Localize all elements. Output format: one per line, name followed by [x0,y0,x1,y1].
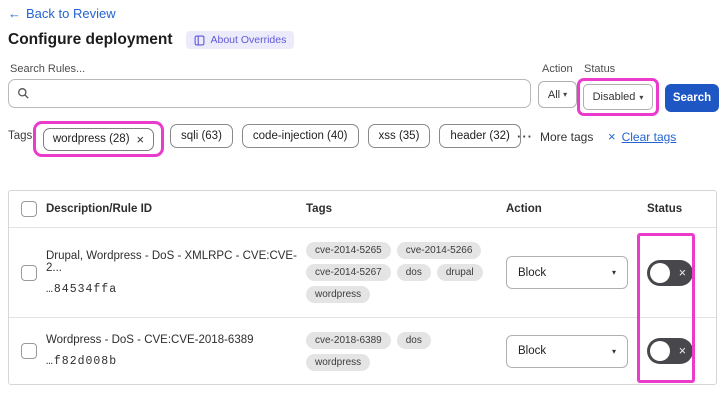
selected-tag-label: wordpress (28) [52,133,130,145]
back-to-review-link[interactable]: ← Back to Review [8,6,116,21]
action-select[interactable]: Block ▾ [506,256,628,289]
column-header-description: Description/Rule ID [46,203,153,215]
close-icon[interactable]: × [137,133,145,146]
action-select-value: Block [518,345,547,357]
rule-tag-chip: wordpress [306,353,371,371]
rule-id: …f82d008b [46,355,118,368]
page-title: Configure deployment [8,31,173,48]
configure-deployment-page: ← Back to Review Configure deployment Ab… [0,0,725,406]
rule-description: Wordpress - DoS - CVE:CVE-2018-6389 [46,334,254,346]
action-filter-value: All [547,88,561,101]
row-checkbox[interactable] [21,343,37,359]
row-checkbox[interactable] [21,264,37,281]
toggle-knob [650,262,670,283]
filter-tag-chip[interactable]: header (32) [439,124,521,148]
back-link-label: Back to Review [26,6,116,21]
status-toggle[interactable]: × [647,259,693,286]
status-toggle[interactable]: × [647,338,693,364]
rule-tag-chip: cve-2014-5267 [306,264,391,281]
table-row: Drupal, Wordpress - DoS - XMLRPC - CVE:C… [9,228,716,318]
action-filter-label: Action [542,63,573,75]
about-overrides-badge[interactable]: About Overrides [186,31,295,49]
selected-tag-chip-wordpress[interactable]: wordpress (28) × [42,127,155,151]
rule-tag-chip: dos [396,264,431,281]
status-filter-dropdown[interactable]: Disabled ▾ [583,84,653,110]
rule-tags: cve-2014-5265 cve-2014-5266 cve-2014-5267 d… [306,242,498,303]
chevron-down-icon: ▾ [611,268,616,277]
toggle-off-icon: × [678,343,686,358]
filter-tag-chip[interactable]: sqli (63) [170,124,233,148]
rule-id: …84534ffa [46,282,118,296]
chevron-down-icon: ▾ [611,346,616,356]
about-overrides-label: About Overrides [210,34,287,46]
search-rules-box[interactable] [8,79,531,108]
search-rules-input[interactable] [36,86,522,101]
clear-tags-label: Clear tags [621,129,677,144]
status-filter-highlight-box: Disabled ▾ [577,78,659,116]
chevron-down-icon: ▾ [563,90,568,99]
title-row: Configure deployment About Overrides [8,31,295,49]
rule-tag-chip: cve-2014-5265 [306,242,391,259]
close-icon: × [608,129,616,144]
more-tags-label: More tags [540,129,594,144]
select-all-checkbox[interactable] [21,201,37,217]
search-button[interactable]: Search [665,84,719,112]
chevron-down-icon: ▾ [639,92,644,102]
action-select-value: Block [518,266,547,279]
book-icon [194,35,205,46]
search-rules-label: Search Rules... [10,63,86,75]
toggle-knob [650,341,670,361]
table-row: Wordpress - DoS - CVE:CVE-2018-6389 …f82… [9,318,716,384]
selected-tag-highlight-box: wordpress (28) × [33,121,164,157]
filter-tag-chip[interactable]: code-injection (40) [241,124,359,148]
ellipsis-icon: ··· [517,129,533,144]
column-header-tags: Tags [306,203,332,215]
search-icon [17,87,30,100]
rule-description: Drupal, Wordpress - DoS - XMLRPC - CVE:C… [46,249,297,274]
rules-table: Description/Rule ID Tags Action Status D… [8,190,717,385]
status-filter-label: Status [584,63,616,75]
table-header-row: Description/Rule ID Tags Action Status [9,191,716,228]
rule-tag-chip: dos [396,331,431,349]
tags-bar-label: Tags: [8,130,36,142]
rule-tag-chip: wordpress [306,286,371,303]
filter-tag-chip[interactable]: xss (35) [367,124,431,148]
toggle-off-icon: × [678,265,686,280]
rule-tags: cve-2018-6389 dos wordpress [306,331,498,371]
rule-tag-chip: cve-2014-5266 [396,242,482,259]
column-header-action: Action [506,203,542,215]
rule-tag-chip: cve-2018-6389 [306,331,391,349]
filter-tag-chips: sqli (63) code-injection (40) xss (35) head… [170,124,521,148]
back-arrow-icon: ← [8,6,21,21]
rule-tag-chip: drupal [436,264,483,281]
column-header-status: Status [647,203,683,215]
action-select[interactable]: Block ▾ [506,334,628,368]
clear-tags-button[interactable]: × Clear tags [608,129,676,144]
more-tags-button[interactable]: ··· More tags [517,129,593,144]
action-filter-dropdown[interactable]: All ▾ [538,81,577,108]
status-filter-value: Disabled [592,91,636,103]
